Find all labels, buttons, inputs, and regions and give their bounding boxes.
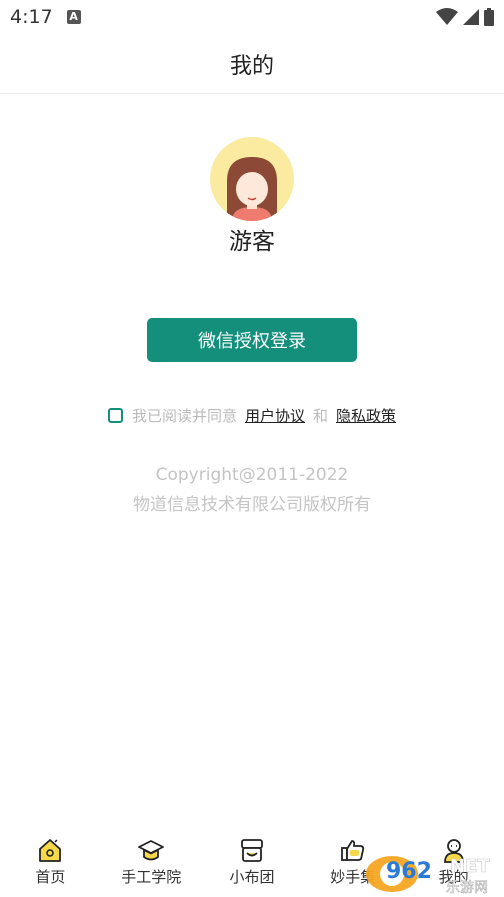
title-bar: 我的: [0, 34, 504, 94]
battery-icon: [484, 8, 494, 26]
status-bar: 4:17 A: [0, 0, 504, 34]
privacy-policy-link[interactable]: 隐私政策: [336, 405, 396, 426]
agreement-prefix: 我已阅读并同意: [131, 407, 237, 425]
tab-academy-label: 手工学院: [121, 868, 182, 886]
graduation-cap-icon: [138, 840, 165, 861]
wechat-login-button[interactable]: 微信授权登录: [147, 318, 357, 362]
avatar-girl-icon: [210, 137, 294, 221]
watermark-net: NET: [450, 856, 490, 877]
home-icon: [39, 839, 62, 862]
status-time: 4:17: [10, 6, 53, 28]
page-title: 我的: [229, 53, 274, 79]
signal-icon: [463, 9, 479, 25]
store-icon: [241, 839, 263, 862]
watermark-logo: 962 NET 乐游网: [366, 856, 491, 896]
agreement-checkbox[interactable]: [107, 408, 123, 423]
copyright-line1: Copyright@2011-2022: [155, 465, 349, 485]
copyright-line2: 物道信息技术有限公司版权所有: [133, 495, 371, 515]
username: 游客: [229, 229, 275, 255]
tab-group[interactable]: 小布团: [202, 830, 303, 897]
tab-academy[interactable]: 手工学院: [101, 830, 202, 897]
agreement-and: 和: [313, 407, 329, 425]
tab-group-label: 小布团: [229, 868, 275, 886]
status-right: [436, 8, 494, 26]
avatar[interactable]: [210, 137, 294, 221]
app-notification-icon: A: [66, 10, 81, 24]
watermark-962: 962: [386, 859, 432, 884]
tab-home[interactable]: 首页: [0, 830, 101, 897]
watermark-site: 乐游网: [446, 880, 488, 896]
copyright: Copyright@2011-2022 物道信息技术有限公司版权所有: [0, 460, 504, 520]
tab-home-label: 首页: [35, 868, 66, 886]
wifi-icon: [436, 8, 458, 25]
status-left: 4:17 A: [10, 6, 81, 28]
agreement-row: 我已阅读并同意 用户协议 和 隐私政策: [0, 405, 504, 426]
user-agreement-link[interactable]: 用户协议: [245, 405, 305, 426]
